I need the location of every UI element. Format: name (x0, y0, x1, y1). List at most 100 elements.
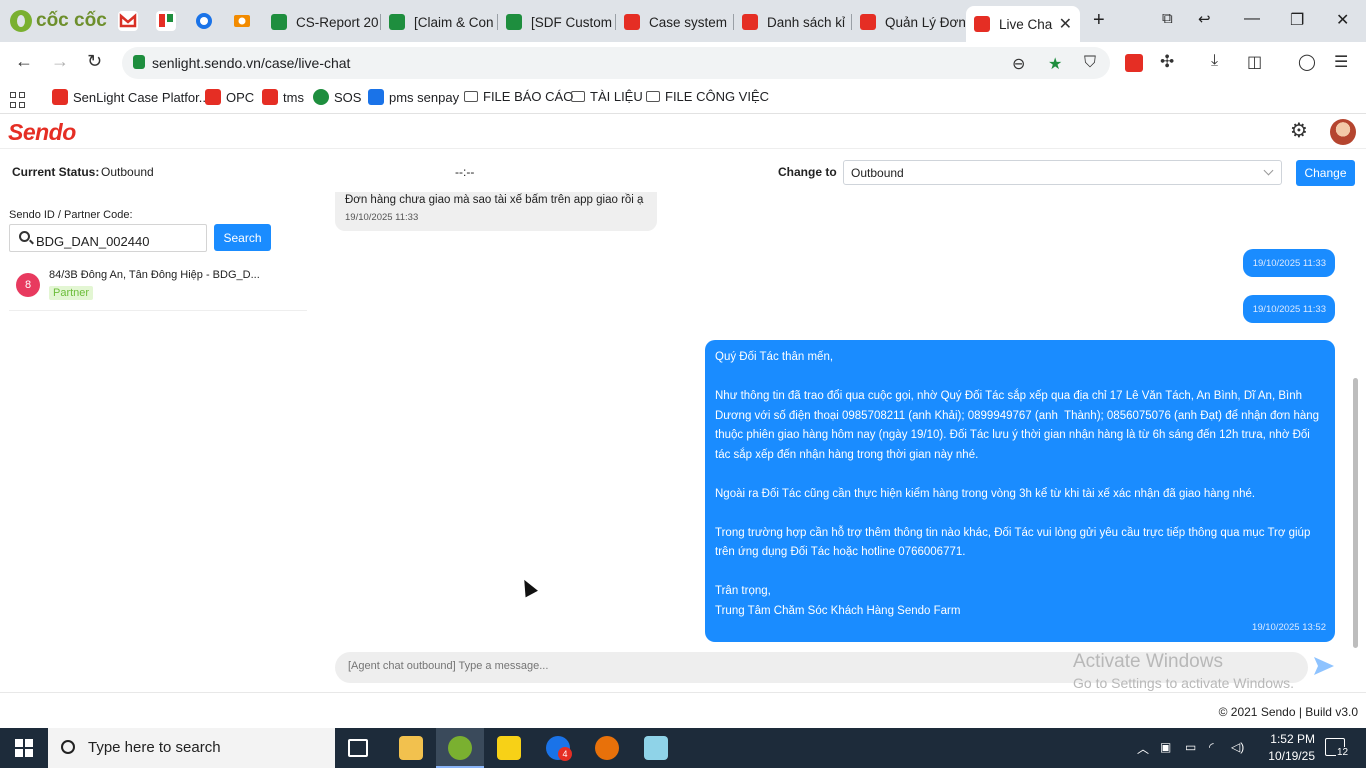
status-bar: Current Status: Outbound --:-- Change to… (0, 152, 1366, 192)
contact-panel: Sendo ID / Partner Code: Search 8 84/3B … (0, 195, 320, 690)
trello-icon[interactable] (156, 11, 176, 31)
search-icon (61, 740, 75, 754)
folder-icon (464, 91, 478, 102)
minimize-icon[interactable]: — (1244, 10, 1260, 28)
sendo-icon (624, 14, 640, 30)
new-tab-button[interactable]: + (1093, 9, 1105, 32)
change-to-select[interactable]: Outbound (843, 160, 1282, 185)
contact-badge: 8 (16, 273, 40, 297)
search-icon (19, 231, 30, 242)
bookmark-star-icon[interactable]: ★ (1048, 54, 1062, 74)
bookmark-sos[interactable]: SOS (313, 89, 361, 105)
device-icon[interactable]: ▣ (1160, 740, 1171, 754)
taskbar-search-box[interactable]: Type here to search (48, 728, 335, 768)
sendo-icon (262, 89, 278, 105)
contact-list-item[interactable]: 8 84/3B Đông An, Tân Đông Hiệp - BDG_D..… (9, 263, 307, 311)
bookmark-label: tms (283, 89, 304, 105)
tab-claim[interactable]: [Claim & Con (381, 6, 496, 38)
chat-history[interactable]: Đơn hàng chưa giao mà sao tài xế bấm trê… (320, 192, 1350, 647)
bookmark-opc[interactable]: OPC (205, 89, 254, 105)
avatar[interactable] (1330, 119, 1356, 145)
current-status-value: Outbound (101, 165, 154, 179)
search-button[interactable]: Search (214, 224, 271, 251)
sheets-icon (271, 14, 287, 30)
close-tab-icon[interactable]: ✕ (1059, 14, 1072, 34)
task-view-icon[interactable] (348, 739, 368, 757)
wifi-icon[interactable]: ◜ (1209, 740, 1214, 754)
battery-icon[interactable]: ▭ (1185, 740, 1196, 754)
file-explorer-icon[interactable] (399, 736, 423, 760)
extension-icon[interactable] (1125, 54, 1143, 72)
status-timer: --:-- (455, 165, 475, 179)
secure-site-icon[interactable] (133, 55, 145, 69)
tab-label: Danh sách kỉ (767, 14, 846, 30)
current-status-label: Current Status: (12, 165, 100, 179)
sticky-notes-icon[interactable] (497, 736, 521, 760)
reload-icon[interactable]: ↻ (87, 51, 102, 72)
tab-danh-sach[interactable]: Danh sách kỉ (734, 6, 850, 38)
outgoing-message: 19/10/2025 11:33 (1243, 249, 1335, 277)
folder-icon (571, 91, 585, 102)
tab-cs-report[interactable]: CS-Report 20 (263, 6, 379, 38)
shield-icon[interactable]: ⛉ (1084, 54, 1096, 72)
profile-icon[interactable]: ◯ (1298, 52, 1316, 72)
vpn-app-icon[interactable] (595, 736, 619, 760)
bookmark-file-bao-cao[interactable]: FILE BÁO CÁO (464, 89, 573, 104)
tab-case-system[interactable]: Case system (616, 6, 732, 38)
puzzle-extensions-icon[interactable]: ✣ (1160, 52, 1174, 72)
download-icon[interactable]: ⤓ (1211, 52, 1218, 70)
url-text[interactable]: senlight.sendo.vn/case/live-chat (152, 55, 350, 71)
notepad-app-icon[interactable] (644, 736, 668, 760)
coccoc-brand[interactable]: cốc cốc (10, 8, 107, 34)
camera-app-icon[interactable] (232, 11, 252, 31)
clock-date: 10/19/25 (1268, 749, 1315, 763)
taskbar-clock[interactable]: 1:52 PM 10/19/25 (1258, 731, 1315, 765)
contact-name: 84/3B Đông An, Tân Đông Hiệp - BDG_D... (49, 269, 260, 281)
show-hidden-icons-icon[interactable]: ︿ (1137, 740, 1149, 757)
tab-label: CS-Report 20 (296, 14, 379, 30)
footer-text: © 2021 Sendo | Build v3.0 (1218, 705, 1358, 719)
clock-time: 1:52 PM (1270, 732, 1315, 746)
tab-quan-ly-don[interactable]: Quản Lý Đơn (852, 6, 965, 38)
tab-live-chat[interactable]: Live Cha ✕ (966, 6, 1080, 42)
bookmark-tms[interactable]: tms (262, 89, 304, 105)
watermark-subtitle: Go to Settings to activate Windows. (1073, 675, 1294, 691)
close-window-icon[interactable]: ✕ (1336, 10, 1349, 30)
messenger-icon[interactable] (194, 11, 214, 31)
change-to-selected-value: Outbound (851, 166, 904, 180)
tab-search-icon[interactable]: ⧉ (1162, 10, 1173, 27)
chat-scrollbar[interactable] (1353, 378, 1358, 648)
taskbar-search-placeholder: Type here to search (88, 739, 221, 756)
message-time: 19/10/2025 11:33 (1252, 304, 1326, 315)
sheets-icon (506, 14, 522, 30)
menu-icon[interactable]: ☰ (1334, 52, 1348, 72)
volume-icon[interactable]: ◁) (1231, 740, 1244, 754)
back-history-icon[interactable]: ↩ (1198, 10, 1211, 28)
gmail-icon[interactable] (118, 11, 138, 31)
tab-label: Live Cha (999, 16, 1053, 32)
tab-label: [SDF Custom (531, 14, 613, 30)
apps-grid-icon[interactable] (10, 92, 26, 108)
chevron-down-icon (1263, 165, 1274, 176)
change-status-button[interactable]: Change (1296, 160, 1355, 186)
restore-icon[interactable]: ❐ (1290, 10, 1304, 30)
bookmark-senlight[interactable]: SenLight Case Platfor... (52, 89, 210, 105)
watermark-title: Activate Windows (1073, 651, 1223, 672)
omnibox[interactable]: senlight.sendo.vn/case/live-chat ⊖ ★ ⛉ (122, 47, 1110, 79)
message-input[interactable] (348, 660, 1048, 672)
gear-icon[interactable]: ⚙ (1288, 120, 1310, 142)
bookmark-tai-lieu[interactable]: TÀI LIỆU (571, 89, 643, 104)
tab-sdf-custom[interactable]: [SDF Custom (498, 6, 614, 38)
sendo-logo[interactable]: Sendo (8, 119, 76, 146)
forward-icon[interactable]: → (51, 51, 69, 72)
coccoc-browser-icon[interactable] (448, 736, 472, 760)
bookmark-pms-senpay[interactable]: pms senpay (368, 89, 459, 105)
send-icon[interactable] (1312, 655, 1336, 677)
windows-start-icon[interactable] (15, 739, 33, 757)
bookmark-file-cong-viec[interactable]: FILE CÔNG VIỆC (646, 89, 769, 104)
sidebar-toggle-icon[interactable]: ◫ (1247, 52, 1262, 72)
back-icon[interactable]: ← (15, 51, 33, 72)
zoom-out-icon[interactable]: ⊖ (1012, 54, 1025, 74)
message-text: Quý Đối Tác thân mến, Như thông tin đã t… (715, 351, 1320, 617)
partner-search-input[interactable] (9, 224, 207, 252)
